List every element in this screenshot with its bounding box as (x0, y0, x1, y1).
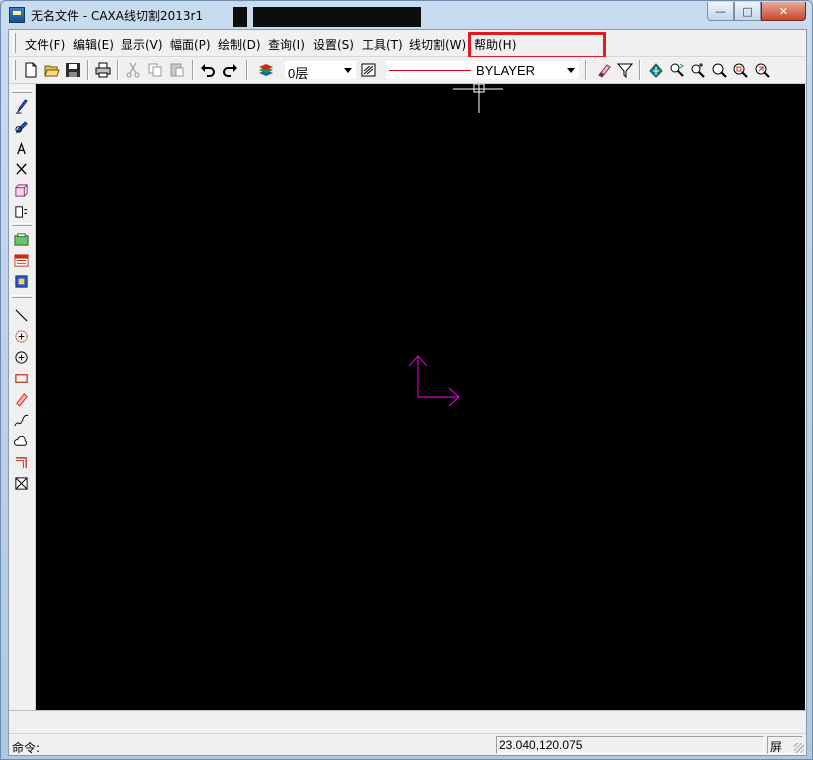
coordinate-value: 23.040,120.075 (499, 738, 583, 752)
app-icon[interactable] (9, 7, 25, 23)
toolbar-separator (192, 60, 194, 80)
hatch-icon[interactable] (12, 251, 30, 269)
toolbar-separator (639, 60, 641, 80)
coordinate-readout: 23.040,120.075 (496, 736, 764, 754)
resize-grip-icon[interactable] (794, 743, 804, 753)
scissors-icon[interactable] (12, 160, 30, 178)
zoom-in-icon[interactable] (689, 61, 707, 79)
client-area: 文件(F) 编辑(E) 显示(V) 幅面(P) 绘制(D) 查询(I) 设置(S… (8, 29, 807, 756)
menu-query[interactable]: 查询(I) (268, 36, 305, 53)
toolbar-grip[interactable] (13, 60, 16, 80)
menu-view[interactable]: 显示(V) (121, 36, 163, 53)
toolbar-grip[interactable] (12, 90, 32, 93)
eraser-icon[interactable] (595, 61, 613, 79)
chevron-down-icon (567, 68, 575, 73)
background-window-fragment (253, 7, 421, 27)
paste-icon[interactable] (168, 61, 186, 79)
zoom-all-icon[interactable] (731, 61, 749, 79)
close-button[interactable]: ✕ (761, 2, 806, 21)
menu-wirecut[interactable]: 线切割(W) (409, 36, 466, 53)
background-window-fragment (233, 7, 247, 27)
pen-icon[interactable] (12, 97, 30, 115)
screen-mode-label: 屏 (770, 740, 783, 754)
line-icon[interactable] (12, 306, 30, 324)
drawing-toolbar (9, 84, 36, 710)
new-file-icon[interactable] (22, 61, 40, 79)
toolbar-separator (12, 295, 32, 298)
text-icon[interactable] (12, 139, 30, 157)
title-bar[interactable]: 无名文件 - CAXA线切割2013r1 — □ ✕ (1, 1, 812, 29)
menu-edit[interactable]: 编辑(E) (73, 36, 114, 53)
window-title: 无名文件 - CAXA线切割2013r1 (31, 9, 204, 23)
command-prompt: 命令: (12, 741, 41, 755)
line-preview (389, 70, 471, 71)
standard-toolbar: 0层 BYLAYER (9, 57, 806, 84)
menu-format[interactable]: 幅面(P) (170, 36, 211, 53)
menu-grip[interactable] (13, 33, 16, 53)
copy-icon[interactable] (146, 61, 164, 79)
redo-icon[interactable] (221, 61, 239, 79)
menu-file[interactable]: 文件(F) (25, 36, 65, 53)
polyline-icon[interactable] (12, 453, 30, 471)
eraser-tool-icon[interactable] (12, 390, 30, 408)
menu-draw[interactable]: 绘制(D) (218, 36, 261, 53)
drawing-canvas[interactable] (36, 84, 805, 710)
chevron-down-icon (344, 68, 352, 73)
spline-icon[interactable] (12, 411, 30, 429)
help-menu-highlight (468, 32, 606, 59)
rectangle-icon[interactable] (12, 369, 30, 387)
circle-center-icon[interactable] (12, 327, 30, 345)
layer-value: 0层 (288, 66, 309, 81)
menu-bar: 文件(F) 编辑(E) 显示(V) 幅面(P) 绘制(D) 查询(I) 设置(S… (9, 30, 806, 59)
linetype-select[interactable]: BYLAYER (385, 60, 580, 80)
canvas-graphics (408, 84, 503, 407)
zoom-previous-icon[interactable] (753, 61, 771, 79)
menu-tools[interactable]: 工具(T) (362, 36, 403, 53)
undo-icon[interactable] (199, 61, 217, 79)
cloud-icon[interactable] (12, 432, 30, 450)
toolbar-separator (246, 60, 248, 80)
layers-icon[interactable] (257, 61, 275, 79)
pencil-icon[interactable] (12, 118, 30, 136)
save-icon[interactable] (64, 61, 82, 79)
toolbar-separator (585, 60, 587, 80)
layout-icon[interactable] (12, 272, 30, 290)
zoom-window-icon[interactable] (710, 61, 728, 79)
pan-icon[interactable] (647, 61, 665, 79)
dimension-icon[interactable] (12, 202, 30, 220)
block-icon[interactable] (12, 181, 30, 199)
image-icon[interactable] (12, 230, 30, 248)
minimize-button[interactable]: — (707, 2, 734, 21)
toolbar-separator (117, 60, 119, 80)
linetype-value: BYLAYER (476, 63, 536, 78)
window-controls: — □ ✕ (707, 2, 806, 21)
circle-icon[interactable] (12, 348, 30, 366)
cut-icon[interactable] (124, 61, 142, 79)
horizontal-bar (9, 710, 806, 733)
crosshair-cursor (453, 84, 503, 113)
crop-icon[interactable] (12, 474, 30, 492)
app-window: 无名文件 - CAXA线切割2013r1 — □ ✕ 文件(F) 编辑(E) 显… (0, 0, 813, 760)
coordinate-axis-icon (408, 355, 460, 407)
linetype-icon[interactable] (360, 61, 378, 79)
print-icon[interactable] (94, 61, 112, 79)
toolbar-separator (87, 60, 89, 80)
maximize-button[interactable]: □ (734, 2, 761, 21)
layer-select[interactable]: 0层 (284, 60, 357, 81)
toolbar-separator (12, 223, 32, 226)
open-folder-icon[interactable] (43, 61, 61, 79)
menu-settings[interactable]: 设置(S) (313, 36, 354, 53)
filter-icon[interactable] (616, 61, 634, 79)
status-bar: 命令: 23.040,120.075 屏 (9, 733, 806, 755)
dynamic-zoom-icon[interactable] (668, 61, 686, 79)
